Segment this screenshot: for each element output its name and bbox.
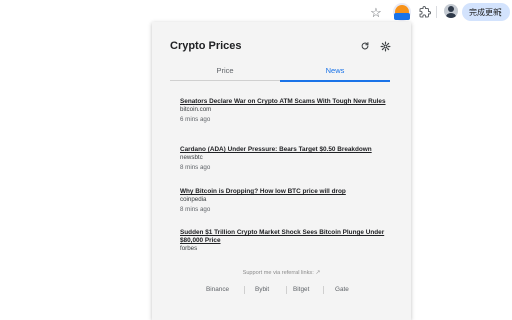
refresh-icon-svg bbox=[361, 42, 369, 50]
toolbar-separator bbox=[436, 6, 437, 18]
support-text: Support me via referral links: ↗ bbox=[152, 269, 411, 276]
news-time: 8 mins ago bbox=[180, 206, 211, 213]
referral-link-gate[interactable]: Gate bbox=[335, 286, 349, 293]
support-label: Support me via referral links: bbox=[242, 270, 314, 276]
tab-news[interactable]: News bbox=[280, 64, 390, 82]
news-title[interactable]: Why Bitcoin is Dropping? How low BTC pri… bbox=[180, 188, 390, 196]
crypto-prices-popup: Crypto Prices Price News Senators Declar… bbox=[152, 22, 411, 320]
avatar-icon[interactable] bbox=[444, 4, 458, 18]
referral-link-bybit[interactable]: Bybit bbox=[255, 286, 269, 293]
referral-links: Binance Bybit Bitget Gate bbox=[152, 286, 411, 296]
puzzle-icon-svg bbox=[419, 6, 431, 18]
news-item[interactable]: Senators Declare War on Crypto ATM Scams… bbox=[180, 98, 390, 124]
crypto-prices-extension-icon[interactable] bbox=[393, 3, 411, 21]
popup-tabs: Price News bbox=[170, 64, 390, 82]
link-separator bbox=[323, 286, 324, 294]
referral-link-bitget[interactable]: Bitget bbox=[293, 286, 309, 293]
tab-price[interactable]: Price bbox=[170, 64, 280, 81]
link-separator bbox=[286, 286, 287, 294]
vertical-dots-icon[interactable]: ⋮ bbox=[496, 6, 505, 18]
link-separator bbox=[244, 286, 245, 294]
news-title[interactable]: Senators Declare War on Crypto ATM Scams… bbox=[180, 98, 390, 106]
news-source: coinpedia bbox=[180, 196, 207, 203]
news-item[interactable]: Sudden $1 Trillion Crypto Market Shock S… bbox=[180, 229, 390, 255]
news-item[interactable]: Why Bitcoin is Dropping? How low BTC pri… bbox=[180, 188, 390, 214]
news-list: Senators Declare War on Crypto ATM Scams… bbox=[180, 98, 390, 262]
news-source: newsbtc bbox=[180, 154, 203, 161]
gear-icon-svg bbox=[380, 41, 390, 51]
news-source: forbes bbox=[180, 245, 198, 252]
browser-toolbar: ☆ 完成更新 ⋮ bbox=[0, 0, 512, 24]
external-link-icon: ↗ bbox=[315, 270, 321, 276]
star-icon[interactable]: ☆ bbox=[368, 4, 384, 20]
extension-badge bbox=[394, 13, 410, 20]
news-item[interactable]: Cardano (ADA) Under Pressure: Bears Targ… bbox=[180, 146, 390, 172]
news-time: 8 mins ago bbox=[180, 164, 211, 171]
news-source: bitcoin.com bbox=[180, 106, 212, 113]
popup-title: Crypto Prices bbox=[170, 40, 242, 52]
news-title[interactable]: Sudden $1 Trillion Crypto Market Shock S… bbox=[180, 229, 390, 245]
news-time: 6 mins ago bbox=[180, 116, 211, 123]
refresh-icon[interactable] bbox=[359, 40, 371, 52]
puzzle-icon[interactable] bbox=[417, 4, 433, 20]
update-button[interactable]: 完成更新 ⋮ bbox=[462, 3, 510, 21]
referral-link-binance[interactable]: Binance bbox=[206, 286, 229, 293]
gear-icon[interactable] bbox=[379, 40, 391, 52]
news-title[interactable]: Cardano (ADA) Under Pressure: Bears Targ… bbox=[180, 146, 390, 154]
